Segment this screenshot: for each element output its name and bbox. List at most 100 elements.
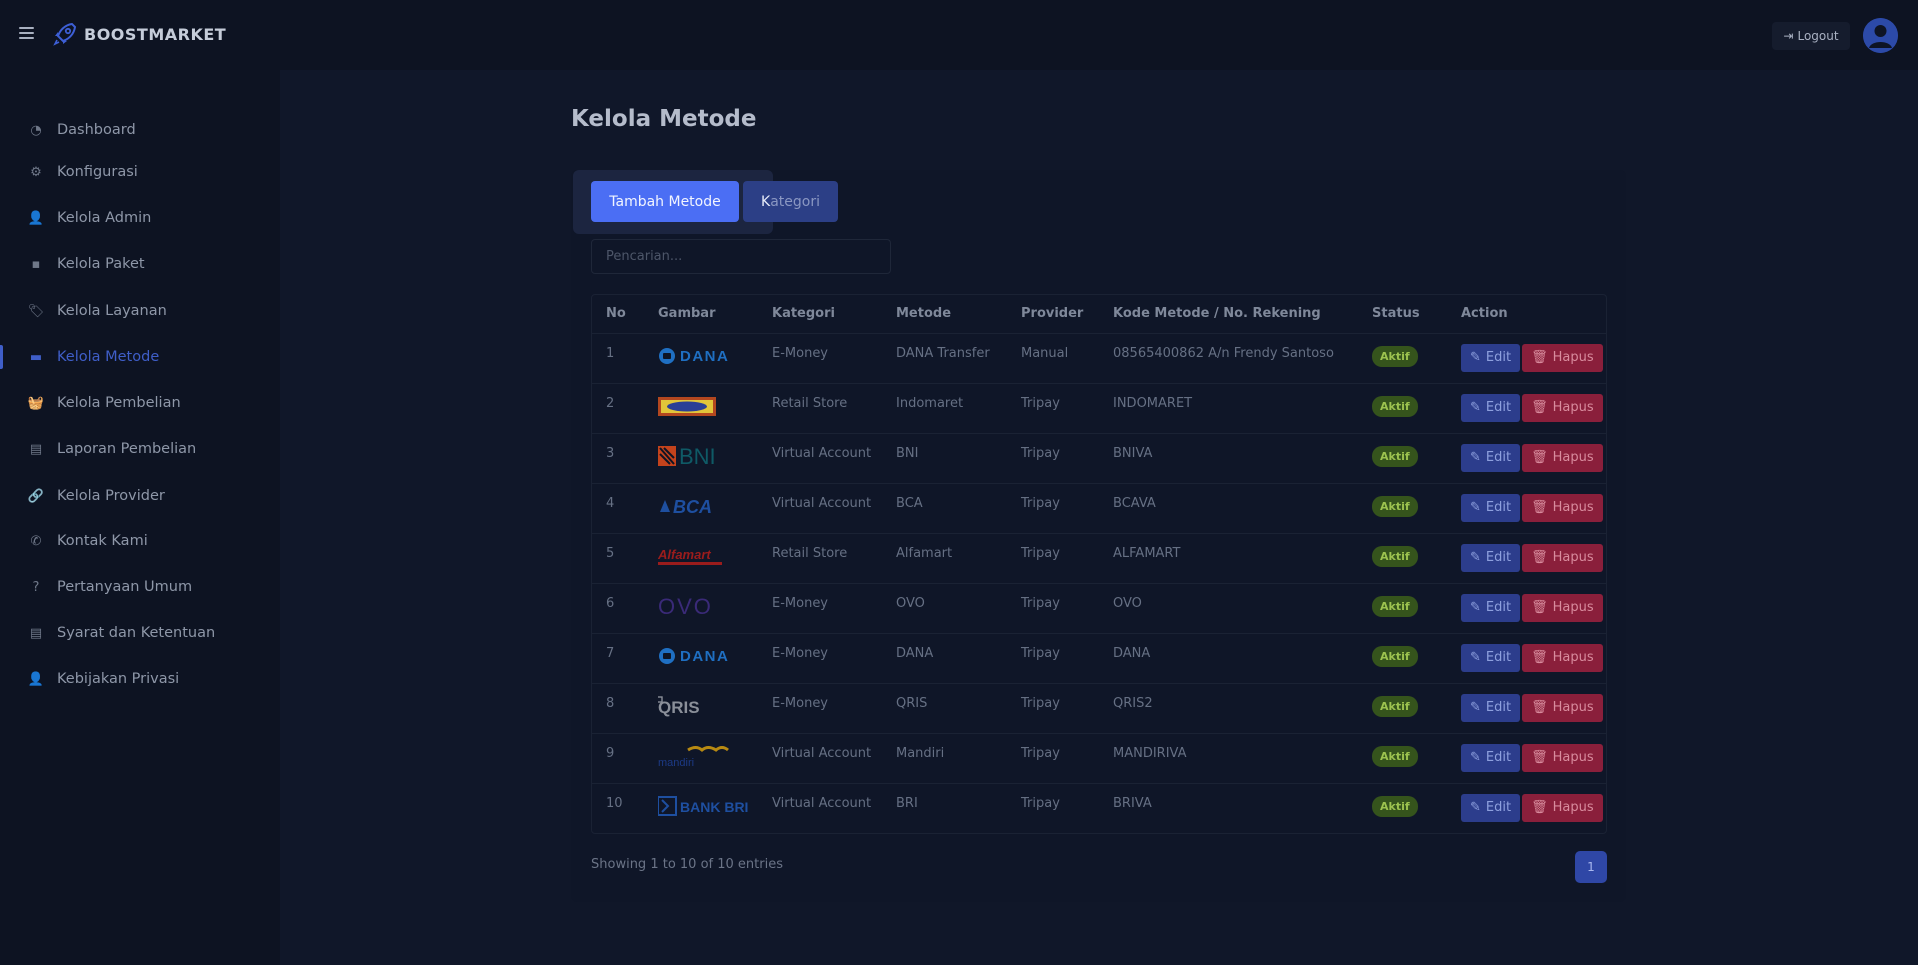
sidebar-item-label: Kelola Pembelian [57, 395, 181, 411]
svg-text:BCA: BCA [673, 497, 712, 517]
edit-button[interactable]: ✎ Edit [1461, 593, 1521, 622]
edit-button[interactable]: ✎ Edit [1461, 393, 1521, 422]
sidebar-item-label: Kelola Metode [57, 349, 160, 365]
avatar[interactable] [1863, 18, 1898, 53]
column-header: Action [1447, 295, 1606, 334]
edit-button[interactable]: ✎ Edit [1461, 343, 1521, 372]
sidebar-item-kontak-kami[interactable]: ✆ Kontak Kami [0, 518, 280, 564]
sidebar-item-konfigurasi[interactable]: ⚙ Konfigurasi [0, 149, 280, 195]
cell-kode: MANDIRIVA [1099, 733, 1358, 784]
hapus-button[interactable]: 🗑 Hapus [1522, 443, 1603, 472]
edit-button[interactable]: ✎ Edit [1461, 643, 1521, 672]
hamburger-menu-icon[interactable] [19, 27, 34, 39]
link-icon: 🔗 [27, 488, 45, 504]
edit-button[interactable]: ✎ Edit [1461, 793, 1521, 822]
cell-action: ✎ Edit 🗑 Hapus [1447, 433, 1606, 484]
hapus-button[interactable]: 🗑 Hapus [1522, 743, 1603, 772]
edit-label: Edit [1485, 700, 1512, 715]
svg-text:DANA: DANA [680, 648, 729, 665]
methods-table-container: No Gambar Kategori Metode Provider Kode Metod… [591, 294, 1607, 834]
hapus-button[interactable]: 🗑 Hapus [1522, 593, 1603, 622]
hapus-label: Hapus [1552, 800, 1594, 815]
question-circle-icon: ? [32, 579, 40, 595]
hapus-button[interactable]: 🗑 Hapus [1522, 643, 1603, 672]
tags-icon: 🏷 [27, 303, 45, 319]
sidebar-item-kelola-admin[interactable]: 👤 Kelola Admin [0, 195, 280, 241]
pencil-icon: ✎ [1470, 650, 1481, 665]
hapus-button[interactable]: 🗑 Hapus [1522, 693, 1603, 722]
sidebar-item-pertanyaan-umum[interactable]: ? Pertanyaan Umum [0, 564, 280, 610]
edit-button[interactable]: ✎ Edit [1461, 693, 1521, 722]
cell-kategori: Virtual Account [758, 433, 882, 484]
status-badge: Aktif [1372, 545, 1418, 567]
cell-kategori: Virtual Account [758, 483, 882, 534]
sidebar-item-syarat-dan-ketentuan[interactable]: ▤ Syarat dan Ketentuan [0, 610, 280, 656]
hapus-button[interactable]: 🗑 Hapus [1522, 543, 1603, 572]
svg-text:mandiri: mandiri [658, 757, 694, 768]
sidebar-item-label: Kelola Provider [57, 488, 165, 504]
brand-logo[interactable]: BOOSTMARKET [52, 21, 226, 47]
sidebar-item-kelola-metode[interactable]: ▬ Kelola Metode [0, 334, 280, 380]
cell-status: Aktif [1358, 383, 1447, 434]
edit-label: Edit [1485, 500, 1512, 515]
hapus-label: Hapus [1552, 400, 1594, 415]
trash-icon: 🗑 [1531, 700, 1548, 715]
pagination-page-1[interactable]: 1 [1575, 851, 1607, 883]
cell-action: ✎ Edit 🗑 Hapus [1447, 783, 1606, 833]
trash-icon: 🗑 [1531, 450, 1548, 465]
logout-button[interactable]: ⇥ Logout [1772, 22, 1850, 50]
sidebar-item-laporan-pembelian[interactable]: ▤ Laporan Pembelian [0, 426, 280, 472]
cell-provider: Tripay [1007, 583, 1099, 634]
cell-status: Aktif [1358, 733, 1447, 784]
edit-button[interactable]: ✎ Edit [1461, 493, 1521, 522]
pencil-icon: ✎ [1470, 550, 1481, 565]
sidebar-item-dashboard[interactable]: ◔ Dashboard [0, 107, 280, 153]
search-input[interactable] [591, 239, 891, 274]
tambah-metode-button[interactable]: Tambah Metode [591, 181, 739, 222]
sidebar-item-kebijakan-privasi[interactable]: 👤 Kebijakan Privasi [0, 656, 280, 702]
edit-button[interactable]: ✎ Edit [1461, 543, 1521, 572]
dana-logo: DANA [644, 633, 758, 684]
cell-status: Aktif [1358, 333, 1447, 384]
column-header: Metode [882, 295, 1007, 334]
methods-table: No Gambar Kategori Metode Provider Kode Metod… [592, 295, 1606, 833]
cell-status: Aktif [1358, 433, 1447, 484]
svg-text:OVO: OVO [658, 594, 713, 618]
row-number: 2 [592, 383, 644, 434]
hapus-button[interactable]: 🗑 Hapus [1522, 343, 1603, 372]
sidebar-item-label: Kelola Paket [57, 256, 145, 272]
showing-entries-text: Showing 1 to 10 of 10 entries [591, 857, 783, 872]
credit-card-icon: ▬ [29, 349, 43, 365]
edit-label: Edit [1485, 650, 1512, 665]
sidebar-item-kelola-paket[interactable]: ▪ Kelola Paket [0, 241, 280, 287]
svg-text:Alfamart: Alfamart [658, 547, 711, 562]
cell-metode: BRI [896, 795, 918, 811]
row-number: 6 [592, 583, 644, 634]
kategori-button[interactable]: Kategori [743, 181, 838, 222]
hapus-button[interactable]: 🗑 Hapus [1522, 393, 1603, 422]
sidebar-item-kelola-provider[interactable]: 🔗 Kelola Provider [0, 473, 280, 519]
status-badge: Aktif [1372, 495, 1418, 517]
row-number: 7 [592, 633, 644, 684]
sidebar-item-label: Kelola Layanan [57, 303, 167, 319]
basket-icon: 🧺 [27, 395, 45, 411]
hapus-button[interactable]: 🗑 Hapus [1522, 493, 1603, 522]
file-icon: ▤ [29, 441, 43, 457]
sidebar-item-kelola-pembelian[interactable]: 🧺 Kelola Pembelian [0, 380, 280, 426]
cell-metode: Mandiri [882, 733, 1007, 784]
edit-button[interactable]: ✎ Edit [1461, 743, 1521, 772]
status-badge: Aktif [1372, 395, 1418, 417]
table-row: 1 DANA E-Money DANA Transfer Manual 085654008… [592, 333, 1606, 384]
hapus-button[interactable]: 🗑 Hapus [1522, 793, 1603, 822]
pencil-icon: ✎ [1470, 400, 1481, 415]
status-badge: Aktif [1372, 345, 1418, 367]
edit-button[interactable]: ✎ Edit [1461, 443, 1521, 472]
sidebar-item-kelola-layanan[interactable]: 🏷 Kelola Layanan [0, 288, 280, 334]
sidebar-item-label: Syarat dan Ketentuan [57, 625, 216, 641]
cell-kategori: Virtual Account [758, 733, 882, 784]
sidebar-item-label: Kontak Kami [57, 533, 148, 549]
brand-name: BOOSTMARKET [84, 24, 227, 44]
cell-kode: ALFAMART [1099, 533, 1358, 584]
bni-logo: BNI [644, 433, 758, 484]
cell-metode: BCA [882, 483, 1007, 534]
